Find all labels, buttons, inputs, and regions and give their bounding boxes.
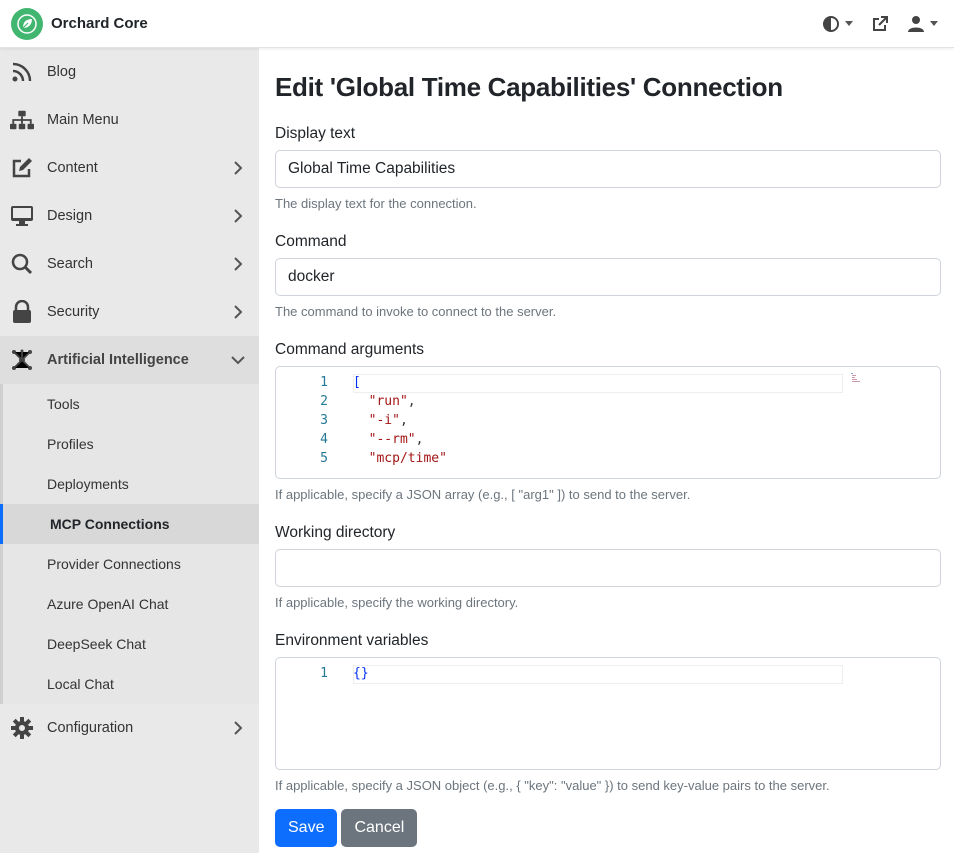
sidebar-item-label: Content — [47, 160, 98, 176]
sidebar-subitem-azure-openai-chat[interactable]: Azure OpenAI Chat — [3, 584, 259, 624]
orchard-leaf-icon — [11, 7, 43, 40]
ai-network-icon — [10, 348, 34, 372]
line-number: 5 — [320, 451, 328, 466]
display-text-input[interactable]: Global Time Capabilities — [275, 150, 941, 188]
working-directory-label: Working directory — [275, 524, 396, 541]
command-label: Command — [275, 233, 347, 250]
environment-variables-editor[interactable]: 1 {} — [275, 657, 941, 770]
main-content: Edit 'Global Time Capabilities' Connecti… — [275, 48, 941, 847]
command-hint: The command to invoke to connect to the … — [275, 304, 557, 319]
user-icon — [908, 15, 924, 32]
line-number: 1 — [320, 375, 328, 390]
chevron-right-icon — [234, 721, 243, 735]
sidebar-subitem-deployments[interactable]: Deployments — [3, 464, 259, 504]
brand[interactable]: Orchard Core — [11, 7, 148, 40]
sidebar-subitem-mcp-connections[interactable]: MCP Connections — [0, 504, 259, 544]
external-link-icon — [873, 15, 888, 31]
code-line: "run" — [368, 394, 408, 409]
contrast-icon — [823, 15, 839, 32]
display-text-value: Global Time Capabilities — [288, 160, 456, 177]
environment-variables-label: Environment variables — [275, 632, 429, 649]
chevron-down-icon — [930, 21, 938, 26]
sidebar-item-label: Search — [47, 256, 93, 272]
code-line: "-i" — [368, 413, 400, 428]
sidebar-item-label: Blog — [47, 64, 77, 80]
edit-icon — [10, 156, 34, 180]
current-line-highlight — [353, 665, 843, 684]
search-icon — [10, 252, 34, 276]
sidebar-subitem-deepseek-chat[interactable]: DeepSeek Chat — [3, 624, 259, 664]
line-number: 4 — [320, 432, 328, 447]
line-number: 3 — [320, 413, 328, 428]
ai-submenu: Tools Profiles Deployments MCP Connectio… — [0, 384, 259, 704]
sitemap-icon — [10, 108, 34, 132]
sidebar-item-label: Security — [47, 304, 100, 320]
environment-variables-hint: If applicable, specify a JSON object (e.… — [275, 778, 830, 793]
lock-icon — [10, 300, 34, 324]
sidebar-item-design[interactable]: Design — [0, 192, 259, 240]
chevron-down-icon — [231, 356, 245, 365]
command-arguments-label: Command arguments — [275, 341, 425, 358]
sidebar-item-configuration[interactable]: Configuration — [0, 704, 259, 752]
minimap — [851, 373, 860, 382]
top-navbar: Orchard Core — [0, 0, 954, 48]
line-number: 2 — [320, 394, 328, 409]
visit-site-button[interactable] — [871, 15, 889, 33]
sidebar-item-blog[interactable]: Blog — [0, 48, 259, 96]
code-line: "--rm" — [368, 432, 416, 447]
working-directory-input[interactable] — [275, 549, 941, 587]
sidebar-item-artificial-intelligence[interactable]: Artificial Intelligence — [0, 336, 259, 384]
current-line-highlight — [353, 374, 843, 393]
display-text-label: Display text — [275, 125, 356, 142]
chevron-right-icon — [234, 209, 243, 223]
page-title: Edit 'Global Time Capabilities' Connecti… — [275, 72, 783, 102]
command-arguments-hint: If applicable, specify a JSON array (e.g… — [275, 487, 691, 502]
rss-icon — [10, 60, 34, 84]
sidebar-subitem-provider-connections[interactable]: Provider Connections — [3, 544, 259, 584]
sidebar-item-search[interactable]: Search — [0, 240, 259, 288]
cancel-button[interactable]: Cancel — [341, 809, 418, 847]
sidebar-subitem-profiles[interactable]: Profiles — [3, 424, 259, 464]
sidebar-item-security[interactable]: Security — [0, 288, 259, 336]
sidebar-item-content[interactable]: Content — [0, 144, 259, 192]
theme-toggle-button[interactable] — [822, 15, 853, 33]
monitor-icon — [10, 204, 34, 228]
display-text-hint: The display text for the connection. — [275, 196, 477, 211]
line-number: 1 — [320, 666, 328, 681]
chevron-right-icon — [234, 257, 243, 271]
user-menu-button[interactable] — [907, 15, 938, 33]
command-value: docker — [288, 268, 335, 285]
chevron-right-icon — [234, 161, 243, 175]
sidebar: Blog Main Menu Content Design Search Sec… — [0, 48, 259, 853]
save-button[interactable]: Save — [275, 809, 338, 847]
sidebar-item-main-menu[interactable]: Main Menu — [0, 96, 259, 144]
chevron-down-icon — [845, 21, 853, 26]
sidebar-item-label: Main Menu — [47, 112, 119, 128]
command-input[interactable]: docker — [275, 258, 941, 296]
sidebar-subitem-local-chat[interactable]: Local Chat — [3, 664, 259, 704]
sidebar-item-label: Design — [47, 208, 93, 224]
gear-icon — [10, 716, 34, 740]
code-line: {} — [353, 666, 369, 681]
working-directory-hint: If applicable, specify the working direc… — [275, 595, 519, 610]
brand-name: Orchard Core — [51, 15, 148, 32]
code-line: [ — [353, 375, 361, 390]
command-arguments-editor[interactable]: 1 2 3 4 5 [ "run", "-i", "--rm", "mcp/ti… — [275, 366, 941, 479]
sidebar-item-label: Configuration — [47, 720, 134, 736]
sidebar-subitem-tools[interactable]: Tools — [3, 384, 259, 424]
chevron-right-icon — [234, 305, 243, 319]
sidebar-item-label: Artificial Intelligence — [47, 352, 189, 368]
code-line: "mcp/time" — [368, 451, 447, 466]
